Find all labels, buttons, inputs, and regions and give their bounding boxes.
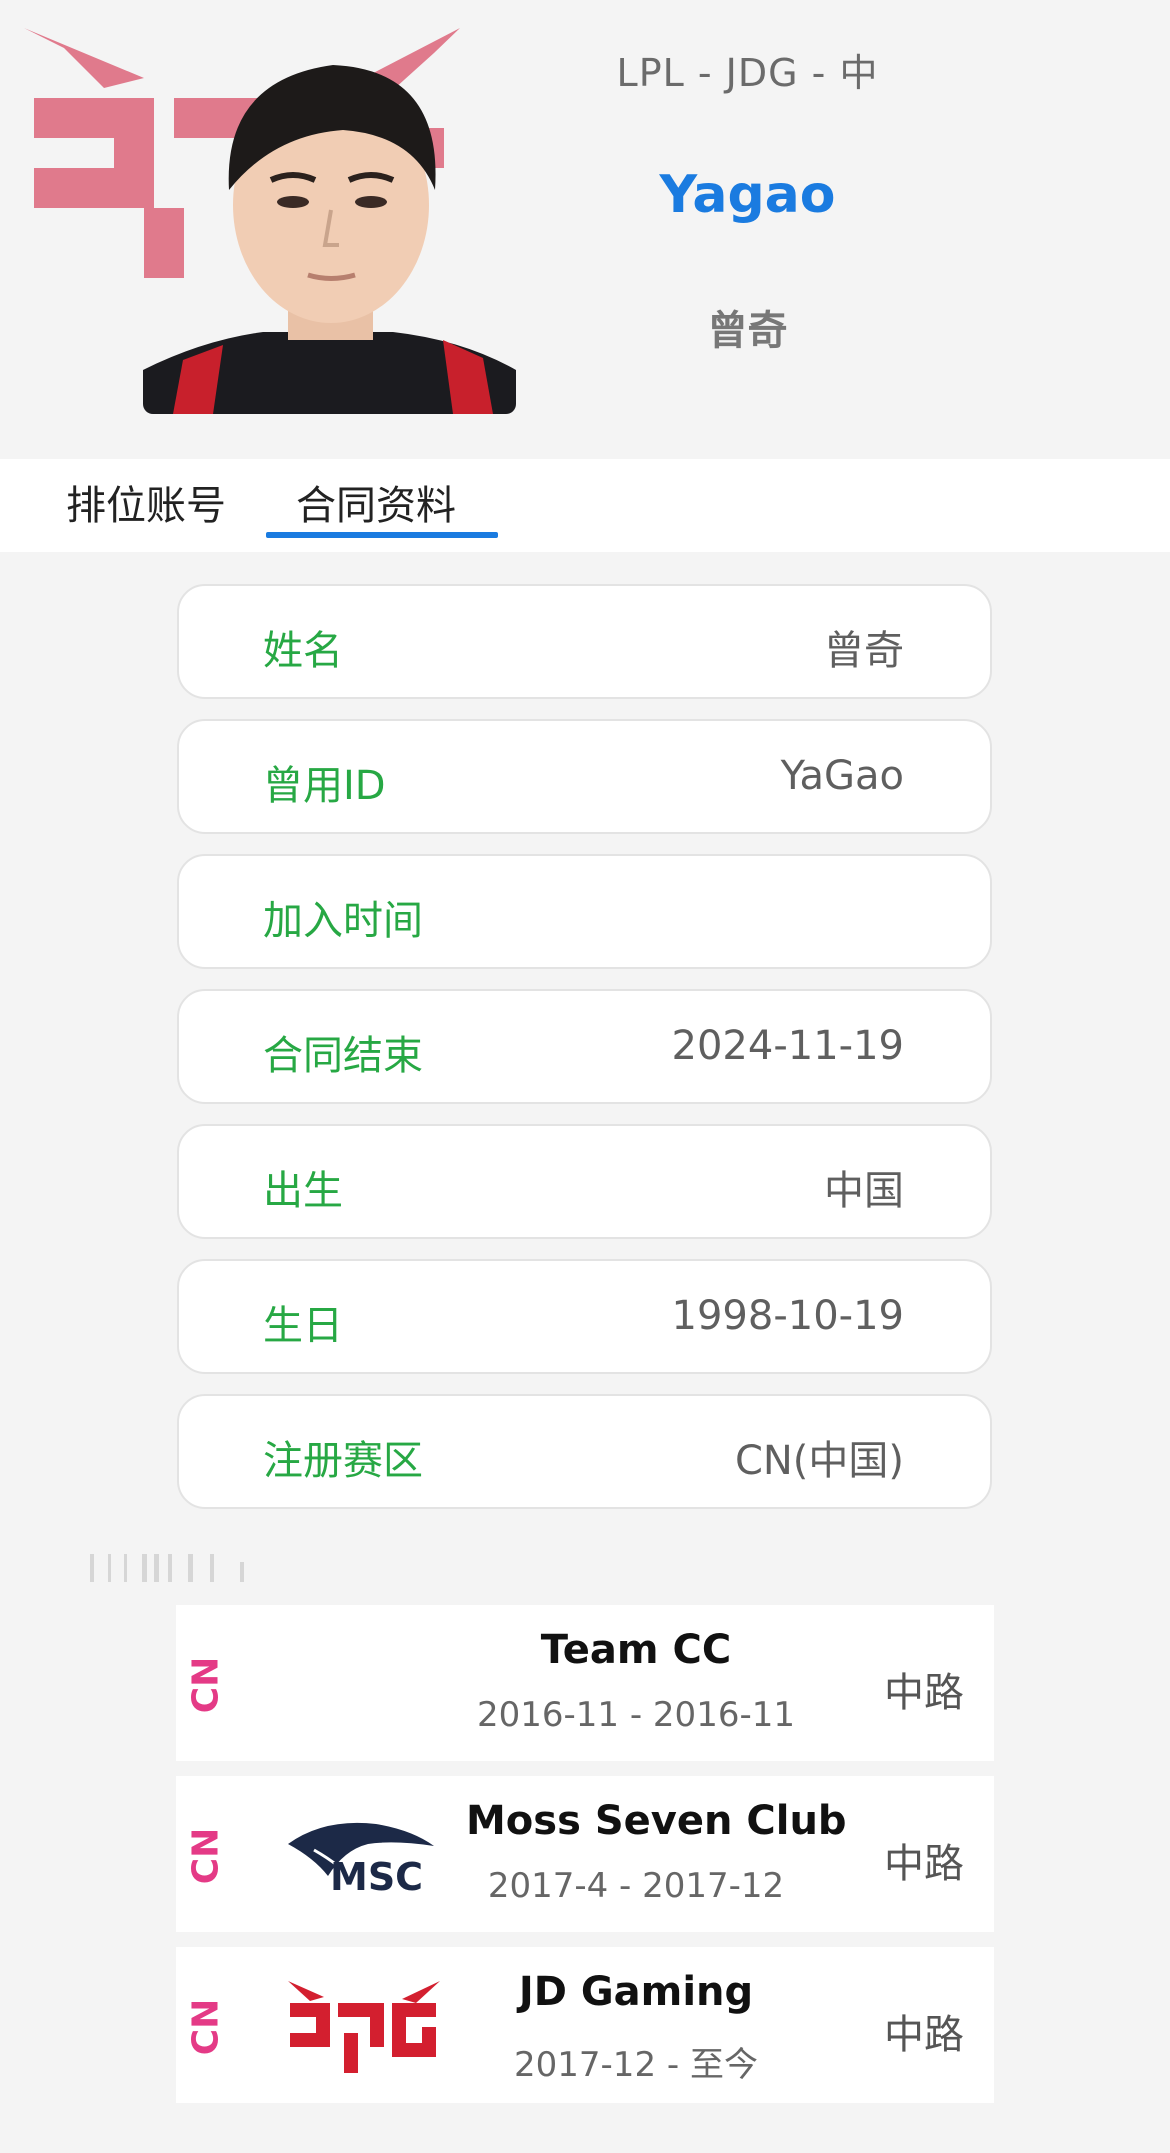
info-value: CN(中国) [734,1438,904,1484]
active-tab-indicator [266,532,498,538]
info-row-contract-end: 合同结束 2024-11-19 [177,989,992,1104]
team-name: Moss Seven Club [466,1798,847,1844]
team-name: Team CC [540,1627,732,1673]
msc-logo-icon: MSC [288,1822,434,1899]
info-value: YaGao [780,753,904,799]
info-row-birthday: 生日 1998-10-19 [177,1259,992,1374]
career-row-team-cc[interactable]: CN Team CC 2016-11 - 2016-11 中路 [176,1605,994,1761]
team-role: 中路 [884,1841,964,1887]
info-label: 姓名 [263,628,343,674]
faint-section-marker [90,1554,244,1582]
svg-text:MSC: MSC [330,1855,423,1899]
team-period: 2017-4 - 2017-12 [487,1866,785,1906]
team-name: JD Gaming [518,1969,754,2015]
info-label: 合同结束 [263,1033,423,1079]
career-row-moss-seven-club[interactable]: CN MSC Moss Seven Club 2017-4 - 2017-12 … [176,1776,994,1932]
region-tag: CN [185,1827,227,1885]
info-row-region: 注册赛区 CN(中国) [177,1394,992,1509]
info-row-former-id: 曾用ID YaGao [177,719,992,834]
tab-bar: 排位账号 合同资料 [0,459,1170,552]
career-row-jd-gaming[interactable]: CN JD Gaming 2017-12 - 至今 中路 [176,1947,994,2103]
info-label: 生日 [263,1303,343,1349]
info-row-name: 姓名 曾奇 [177,584,992,699]
player-header: LPL - JDG - 中 Yagao 曾奇 [0,0,1170,458]
info-value: 中国 [824,1168,904,1214]
league-team-role: LPL - JDG - 中 [616,51,879,95]
player-real-name: 曾奇 [707,308,788,354]
team-period: 2017-12 - 至今 [514,2045,758,2085]
info-value: 曾奇 [824,628,904,674]
info-row-join-date: 加入时间 [177,854,992,969]
region-tag: CN [185,1998,227,2056]
info-label: 出生 [263,1168,343,1214]
tab-ranked-accounts[interactable]: 排位账号 [66,473,226,531]
player-photo [143,65,516,414]
info-label: 加入时间 [263,898,423,944]
player-id: Yagao [659,165,836,225]
info-value: 1998-10-19 [671,1293,904,1339]
team-role: 中路 [884,1670,964,1716]
region-tag: CN [185,1656,227,1714]
info-row-birthplace: 出生 中国 [177,1124,992,1239]
info-value: 2024-11-19 [671,1023,904,1069]
info-label: 注册赛区 [263,1438,423,1484]
tab-contract-info[interactable]: 合同资料 [296,473,456,531]
team-role: 中路 [884,2012,964,2058]
info-label: 曾用ID [263,763,386,809]
jdg-logo-icon [288,1981,440,2073]
team-period: 2016-11 - 2016-11 [476,1695,795,1735]
